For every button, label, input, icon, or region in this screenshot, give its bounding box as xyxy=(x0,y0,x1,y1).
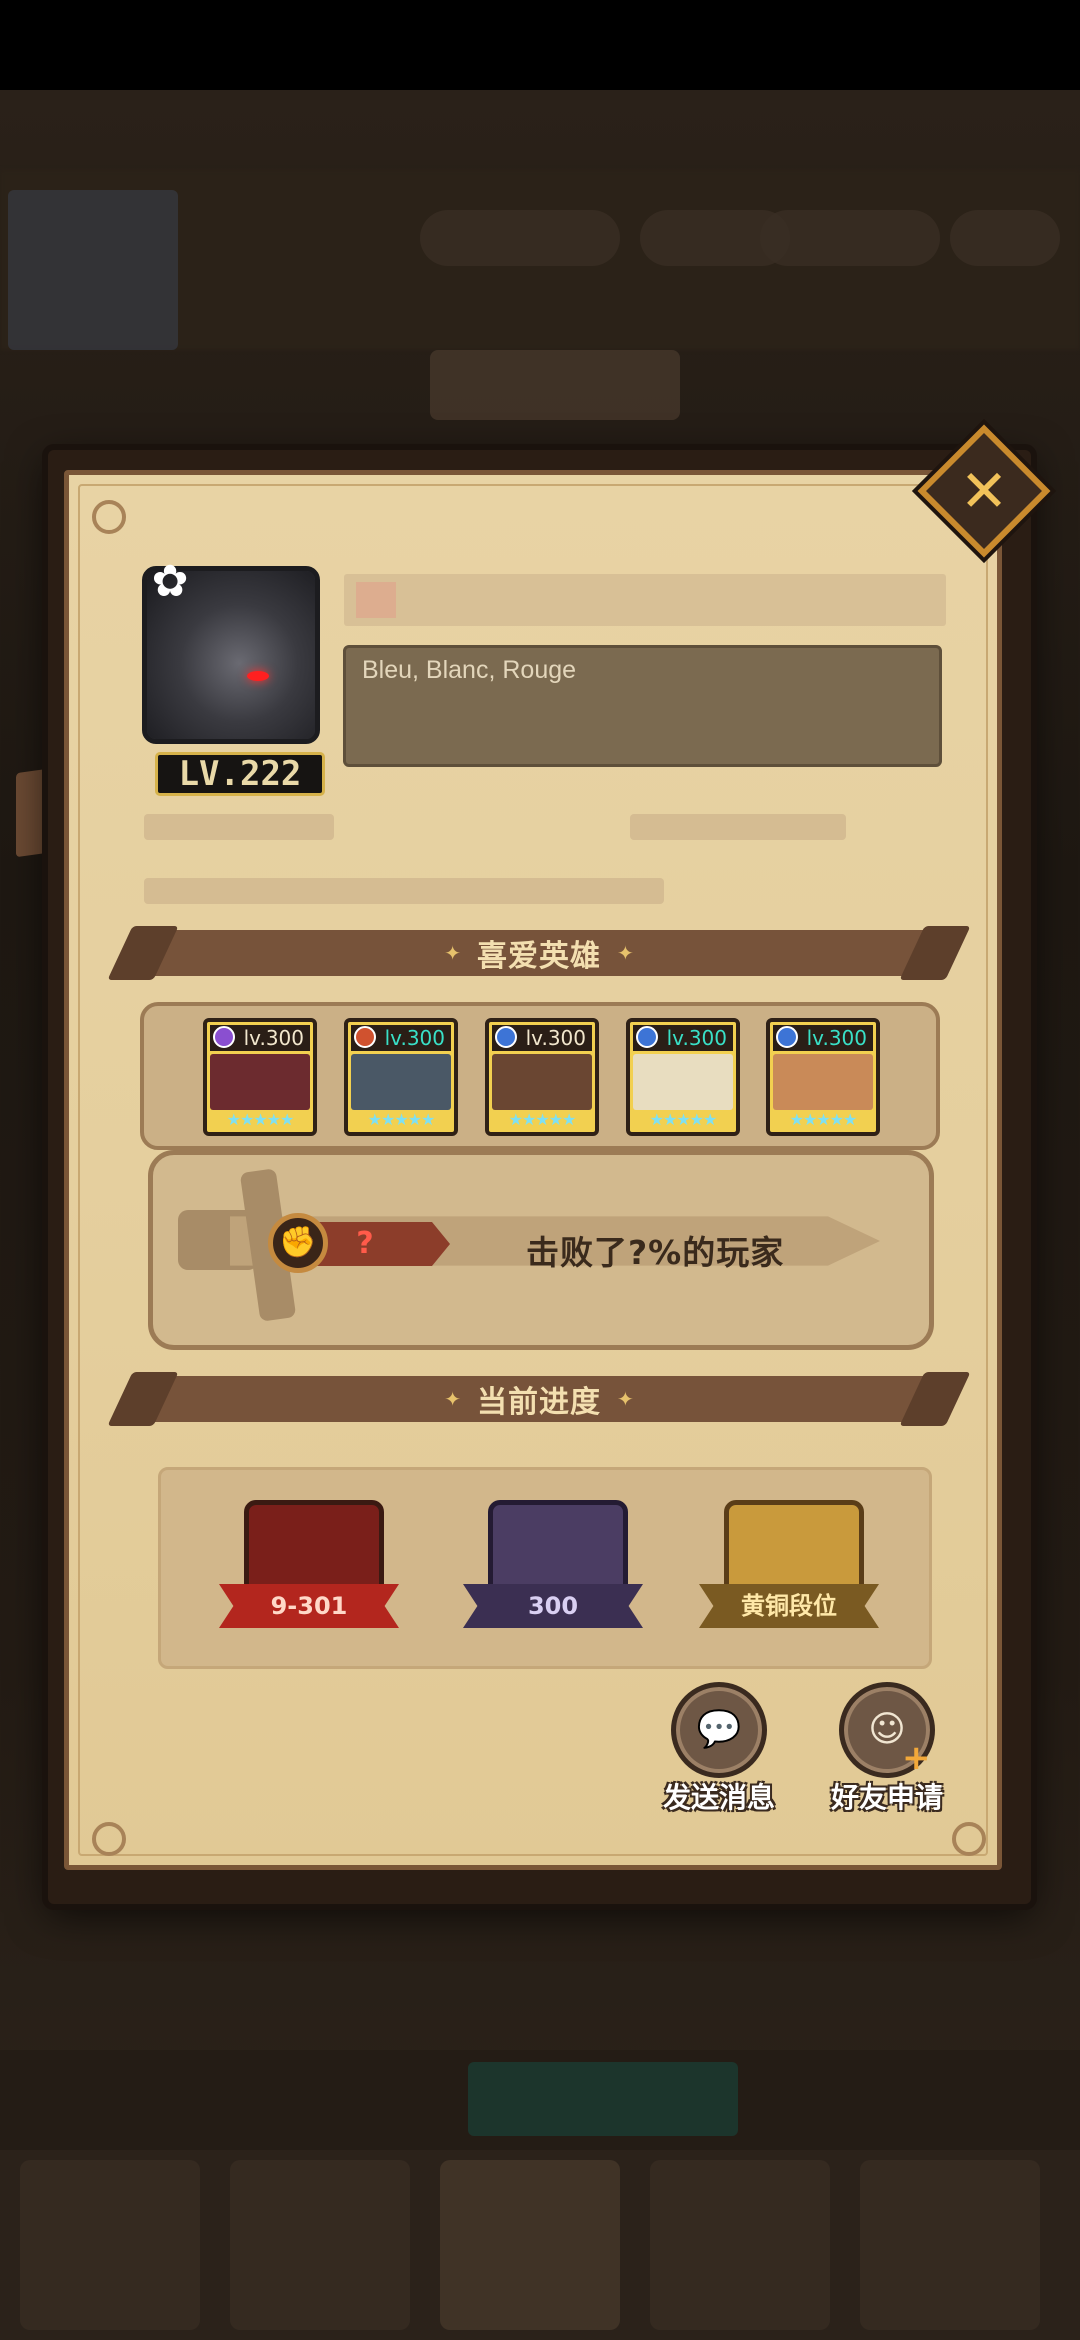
blurred-nav-tile xyxy=(860,2160,1040,2330)
fist-icon: ✊ xyxy=(268,1213,328,1273)
hero-stars: ★★★★★ xyxy=(367,1110,436,1129)
avatar-eye xyxy=(247,671,269,681)
blurred-resource xyxy=(420,210,620,266)
hero-card[interactable]: lv.300 ★★★★★ xyxy=(766,1018,880,1136)
blue-drop-icon xyxy=(776,1026,798,1048)
hero-card[interactable]: lv.300 ★★★★★ xyxy=(485,1018,599,1136)
hero-card[interactable]: lv.300 ★★★★★ xyxy=(626,1018,740,1136)
purple-gem-icon xyxy=(213,1026,235,1048)
blurred-nav-tile xyxy=(230,2160,410,2330)
blurred-player-avatar xyxy=(8,190,178,350)
tower-badge[interactable]: 300 xyxy=(458,1500,648,1640)
redacted-info xyxy=(144,878,664,904)
sparkle-icon: ✦ xyxy=(444,941,461,965)
sparkle-icon: ✦ xyxy=(444,1387,461,1411)
current-progress-banner: ✦ 当前进度 ✦ xyxy=(107,1372,971,1426)
league-badge[interactable]: 黄铜段位 xyxy=(694,1500,884,1640)
player-name-redacted xyxy=(344,574,946,626)
corner-ornament xyxy=(952,1822,986,1856)
favorite-heroes-banner: ✦ 喜爱英雄 ✦ xyxy=(107,926,971,980)
close-button[interactable]: ✕ xyxy=(917,424,1051,558)
send-message-label: 发送消息 xyxy=(662,1781,775,1814)
hero-card[interactable]: lv.300 ★★★★★ xyxy=(203,1018,317,1136)
status-bar xyxy=(0,0,1080,90)
hero-stars: ★★★★★ xyxy=(789,1110,858,1129)
redacted-info xyxy=(630,814,846,840)
player-level-badge: LV.222 xyxy=(155,752,325,796)
signature-text: Bleu, Blanc, Rouge xyxy=(362,656,577,684)
redacted-info xyxy=(144,814,334,840)
blurred-nav-tile xyxy=(440,2160,620,2330)
blue-drop-icon xyxy=(495,1026,517,1048)
friend-request-button[interactable]: ☺ + 好友申请 xyxy=(812,1682,962,1814)
send-message-button[interactable]: 💬 发送消息 xyxy=(644,1682,794,1814)
sparkle-icon: ✦ xyxy=(617,1387,634,1411)
hero-card[interactable]: lv.300 ★★★★★ xyxy=(344,1018,458,1136)
current-progress-title: 当前进度 xyxy=(477,1385,601,1420)
hero-stars: ★★★★★ xyxy=(508,1110,577,1129)
hero-stars: ★★★★★ xyxy=(226,1110,295,1129)
blurred-title xyxy=(430,350,680,420)
defeat-percentage-text: 击败了?%的玩家 xyxy=(526,1233,785,1272)
hero-portrait xyxy=(351,1054,451,1110)
friend-request-label: 好友申请 xyxy=(830,1781,943,1814)
sparkle-icon: ✦ xyxy=(617,941,634,965)
hero-portrait xyxy=(492,1054,592,1110)
tower-value: 300 xyxy=(463,1584,643,1628)
blurred-resource xyxy=(760,210,940,266)
signature-box: Bleu, Blanc, Rouge xyxy=(343,645,942,767)
corner-ornament xyxy=(92,1822,126,1856)
league-value: 黄铜段位 xyxy=(699,1584,879,1628)
blurred-resource xyxy=(950,210,1060,266)
favorite-heroes-title: 喜爱英雄 xyxy=(477,939,601,974)
red-fire-icon xyxy=(354,1026,376,1048)
redacted-chip xyxy=(356,582,396,618)
blurred-nav-tile xyxy=(20,2160,200,2330)
stage-badge[interactable]: 9-301 xyxy=(214,1500,404,1640)
hero-portrait xyxy=(633,1054,733,1110)
hero-portrait xyxy=(210,1054,310,1110)
blue-drop-icon xyxy=(636,1026,658,1048)
hero-portrait xyxy=(773,1054,873,1110)
hero-stars: ★★★★★ xyxy=(649,1110,718,1129)
flower-icon: ✿ xyxy=(151,556,189,607)
blurred-nav-tile xyxy=(650,2160,830,2330)
corner-ornament xyxy=(92,500,126,534)
stage-value: 9-301 xyxy=(219,1584,399,1628)
plus-icon: + xyxy=(902,1738,931,1778)
chat-bubble-icon: 💬 xyxy=(671,1682,767,1778)
blurred-green-button xyxy=(468,2062,738,2136)
close-icon: ✕ xyxy=(959,457,1009,525)
